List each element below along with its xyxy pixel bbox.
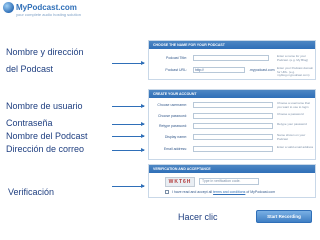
arrow-5 [112, 148, 145, 152]
username-label: Choose username: [157, 103, 187, 107]
email-hint: Enter a valid email address [277, 146, 314, 149]
terms-link[interactable]: terms and conditions [213, 190, 245, 194]
site-header: MyPodcast.com your complete audio hostin… [0, 0, 320, 30]
arrow-1 [112, 61, 145, 65]
username-hint: Choose a username that you want to use t… [277, 102, 310, 109]
annotation-podcast: del Podcast [6, 64, 54, 74]
url-prefix: http:// [195, 68, 204, 72]
annotation-podcast-name: Nombre del Podcast [6, 131, 88, 141]
logo-globe-icon [3, 2, 14, 13]
password-input[interactable] [193, 113, 273, 119]
podcast-name-panel: CHOOSE THE NAME FOR YOUR PODCAST Podcast… [148, 40, 316, 80]
email-input[interactable] [193, 146, 273, 152]
site-logo[interactable]: MyPodcast.com your complete audio hostin… [3, 2, 81, 17]
terms-suffix: of MyPodcast.com [246, 190, 276, 194]
email-row: Email address: Enter a valid email addre… [149, 146, 315, 154]
username-input[interactable] [193, 102, 273, 108]
annotation-username: Nombre de usuario [6, 101, 83, 111]
submit-button[interactable]: Start Recording [256, 210, 312, 223]
annotation-verification: Verificación [8, 187, 55, 197]
podcast-url-input[interactable]: http:// [193, 67, 245, 73]
podcast-title-row: Podcast Title: Enter a name for your Pod… [149, 55, 315, 63]
arrow-6 [112, 184, 145, 188]
display-name-label: Display name: [164, 135, 187, 139]
panel-title: CHOOSE THE NAME FOR YOUR PODCAST [149, 41, 315, 49]
panel-title: VERIFICATION AND ACCEPTANCE [149, 165, 315, 173]
password-label: Choose password: [158, 114, 187, 118]
podcast-url-hint: Enter your Podcast domain for URL. (e.g.… [277, 67, 314, 77]
arrow-3 [112, 122, 145, 126]
retype-password-hint: Retype your password [277, 123, 307, 126]
arrow-2 [112, 104, 145, 108]
podcast-title-input[interactable] [193, 55, 269, 61]
display-name-hint: Name shown on your Podcast [277, 134, 306, 141]
verification-panel: VERIFICATION AND ACCEPTANCE WKT6H Type i… [148, 164, 316, 198]
display-name-input[interactable] [193, 134, 273, 140]
annotation-click-here: Hacer clic [178, 212, 218, 222]
display-name-row: Display name: Name shown on your Podcast [149, 134, 315, 142]
captcha-image: WKT6H [165, 177, 195, 187]
captcha-input[interactable]: Type in verification code. [199, 178, 259, 185]
annotation-name-address: Nombre y dirección [6, 47, 84, 57]
podcast-url-label: Podcast URL: [165, 68, 187, 72]
annotation-email: Dirección de correo [6, 144, 85, 154]
annotation-password: Contraseña [6, 118, 53, 128]
account-panel: CREATE YOUR ACCOUNT Choose username: Cho… [148, 89, 316, 160]
podcast-url-suffix: .mypodcast.com [249, 68, 275, 72]
terms-row: I have read and accept all terms and con… [165, 190, 276, 195]
terms-prefix: I have read and accept all [171, 190, 213, 194]
podcast-title-label: Podcast Title: [165, 56, 187, 60]
password-hint: Choose a password [277, 113, 304, 116]
password-row: Choose password: Choose a password [149, 113, 315, 121]
retype-password-label: Retype password: [158, 124, 187, 128]
retype-password-row: Retype password: Retype your password [149, 123, 315, 131]
podcast-url-row: Podcast URL: http:// .mypodcast.com Ente… [149, 67, 315, 77]
logo-tagline: your complete audio hosting solution [16, 12, 81, 17]
podcast-title-hint: Enter a name for your Podcast. (e.g. My … [277, 55, 309, 62]
username-row: Choose username: Choose a username that … [149, 102, 315, 110]
retype-password-input[interactable] [193, 123, 273, 129]
arrow-4 [112, 134, 145, 138]
terms-checkbox[interactable] [165, 190, 169, 195]
panel-title: CREATE YOUR ACCOUNT [149, 90, 315, 98]
email-label: Email address: [163, 147, 187, 151]
